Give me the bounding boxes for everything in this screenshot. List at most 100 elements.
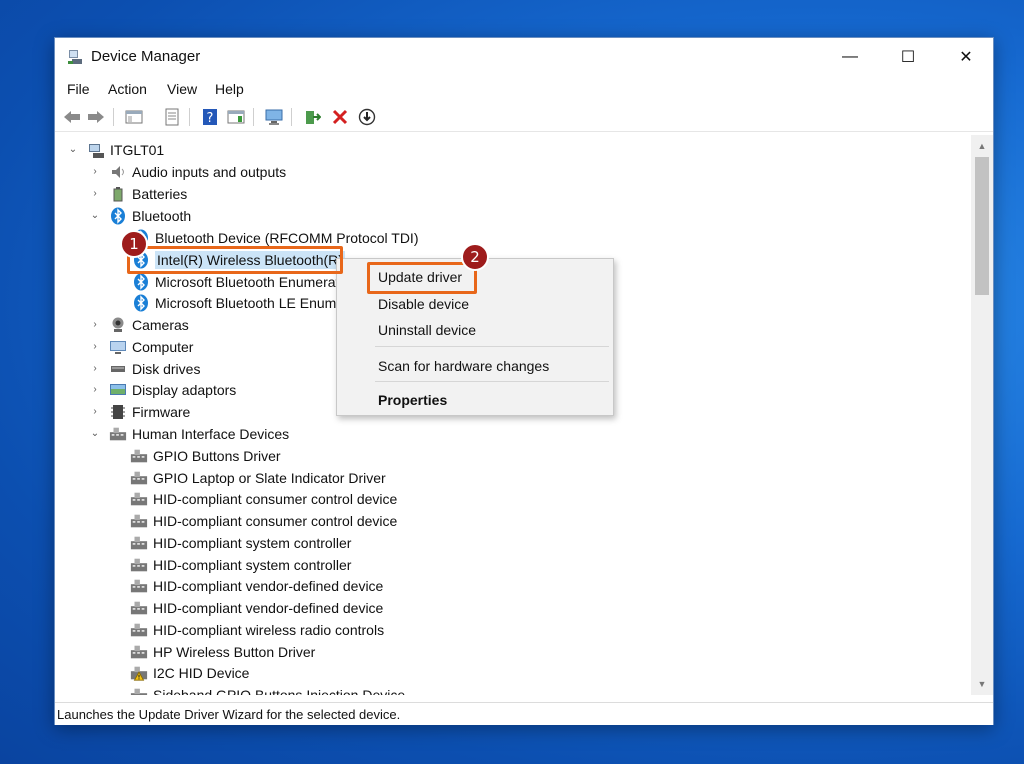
scroll-down-icon[interactable]: ▼ (971, 675, 993, 693)
device-manager-icon (67, 49, 83, 65)
scan-hardware-icon[interactable] (263, 106, 285, 128)
context-uninstall-device[interactable]: Uninstall device (378, 322, 476, 338)
hid-icon (130, 621, 148, 639)
tree-device[interactable]: Sideband GPIO Buttons Injection Device (130, 684, 405, 695)
chevron-right-icon[interactable]: › (89, 384, 101, 396)
chevron-down-icon[interactable]: ⌄ (67, 144, 79, 156)
tree-label: Bluetooth (132, 207, 192, 224)
tree-label: Microsoft Bluetooth Enumerator (155, 273, 337, 290)
minimize-button[interactable]: — (821, 38, 879, 76)
tree-device[interactable]: HID-compliant system controller (130, 532, 351, 553)
chevron-right-icon[interactable]: › (89, 341, 101, 353)
chevron-right-icon[interactable]: › (89, 166, 101, 178)
forward-arrow-icon[interactable] (85, 106, 107, 128)
tree-label: Disk drives (132, 360, 201, 377)
uninstall-device-icon[interactable] (329, 106, 351, 128)
vertical-scrollbar[interactable]: ▲ ▼ (971, 135, 993, 695)
chevron-right-icon[interactable]: › (89, 406, 101, 418)
tree-category-display-adaptors[interactable]: › Display adaptors (89, 379, 236, 400)
chevron-right-icon[interactable]: › (89, 363, 101, 375)
tree-device[interactable]: HP Wireless Button Driver (130, 641, 315, 662)
menu-bar: File Action View Help (55, 78, 993, 100)
tree-label: I2C HID Device (153, 664, 250, 681)
toolbar-separator (253, 108, 254, 126)
scrollbar-thumb[interactable] (975, 157, 989, 295)
menu-view[interactable]: View (167, 81, 197, 97)
close-button[interactable]: ✕ (937, 38, 995, 76)
tree-label: Computer (132, 338, 194, 355)
scroll-up-icon[interactable]: ▲ (971, 137, 993, 155)
title-bar[interactable]: Device Manager — ☐ ✕ (55, 38, 993, 76)
tree-category-computer[interactable]: › Computer (89, 336, 193, 357)
hid-icon (130, 512, 148, 530)
properties-icon[interactable] (161, 106, 183, 128)
tree-category-bluetooth[interactable]: ⌄ Bluetooth (89, 205, 191, 226)
tree-category-firmware[interactable]: › Firmware (89, 401, 190, 422)
tree-category-hid[interactable]: ⌄ Human Interface Devices (89, 423, 289, 444)
tree-device[interactable]: GPIO Buttons Driver (130, 445, 281, 466)
tree-label: Bluetooth Device (RFCOMM Protocol TDI) (155, 229, 419, 246)
step-marker-2: 2 (461, 243, 489, 271)
tree-label: Audio inputs and outputs (132, 163, 287, 180)
tree-device[interactable]: HID-compliant consumer control device (130, 488, 397, 509)
context-disable-device[interactable]: Disable device (378, 296, 469, 312)
firmware-icon (109, 403, 127, 421)
maximize-button[interactable]: ☐ (879, 38, 937, 76)
hid-icon (130, 490, 148, 508)
menu-file[interactable]: File (67, 81, 90, 97)
chevron-right-icon[interactable]: › (89, 188, 101, 200)
tree-label: HID-compliant vendor-defined device (153, 599, 384, 616)
bluetooth-icon (132, 294, 150, 312)
status-bar: Launches the Update Driver Wizard for th… (55, 702, 993, 725)
bluetooth-icon (132, 273, 150, 291)
step-marker-1: 1 (120, 230, 148, 258)
update-driver-icon[interactable] (301, 106, 323, 128)
menu-action[interactable]: Action (108, 81, 147, 97)
tree-category-cameras[interactable]: › Cameras (89, 314, 188, 335)
tree-root[interactable]: ⌄ ITGLT01 (67, 139, 164, 160)
tree-device[interactable]: HID-compliant vendor-defined device (130, 597, 383, 618)
tree-device[interactable]: HID-compliant vendor-defined device (130, 575, 383, 596)
tree-device[interactable]: HID-compliant wireless radio controls (130, 619, 384, 640)
context-properties[interactable]: Properties (378, 392, 447, 408)
context-separator (375, 381, 609, 382)
tree-device[interactable]: I2C HID Device (130, 662, 249, 683)
hid-icon (130, 469, 148, 487)
tree-category-disk-drives[interactable]: › Disk drives (89, 358, 200, 379)
chevron-right-icon[interactable]: › (89, 319, 101, 331)
tree-label: HID-compliant consumer control device (153, 490, 398, 507)
action-pane-icon[interactable] (225, 106, 247, 128)
status-text: Launches the Update Driver Wizard for th… (57, 707, 401, 722)
tree-category-audio[interactable]: › Audio inputs and outputs (89, 161, 286, 182)
tree-label: Firmware (132, 403, 191, 420)
hid-icon (130, 577, 148, 595)
tree-label: Microsoft Bluetooth LE Enumerator (155, 294, 337, 311)
tree-label: GPIO Buttons Driver (153, 447, 281, 464)
hid-icon (130, 686, 148, 695)
tree-category-batteries[interactable]: › Batteries (89, 183, 187, 204)
toolbar-separator (189, 108, 190, 126)
tree-device[interactable]: HID-compliant consumer control device (130, 510, 397, 531)
context-scan-hardware[interactable]: Scan for hardware changes (378, 358, 549, 374)
hid-icon (130, 534, 148, 552)
disable-device-icon[interactable] (356, 106, 378, 128)
tree-device[interactable]: HID-compliant system controller (130, 554, 351, 575)
menu-help[interactable]: Help (215, 81, 244, 97)
chevron-down-icon[interactable]: ⌄ (89, 428, 101, 440)
chevron-down-icon[interactable]: ⌄ (89, 210, 101, 222)
window-title: Device Manager (91, 48, 201, 65)
back-arrow-icon[interactable] (61, 106, 83, 128)
toolbar-separator (291, 108, 292, 126)
warning-device-icon (130, 664, 148, 682)
tree-label: Batteries (132, 185, 188, 202)
tree-device[interactable]: GPIO Laptop or Slate Indicator Driver (130, 467, 386, 488)
hid-icon (130, 447, 148, 465)
help-icon[interactable]: ? (199, 106, 221, 128)
show-hide-console-tree-icon[interactable] (123, 106, 145, 128)
highlight-box-device (127, 246, 343, 274)
context-separator (375, 346, 609, 347)
speaker-icon (109, 163, 127, 181)
tree-device[interactable]: Microsoft Bluetooth LE Enumerator (132, 292, 337, 313)
tree-device[interactable]: Bluetooth Device (RFCOMM Protocol TDI) (132, 227, 418, 248)
tree-device[interactable]: Microsoft Bluetooth Enumerator (132, 271, 337, 292)
